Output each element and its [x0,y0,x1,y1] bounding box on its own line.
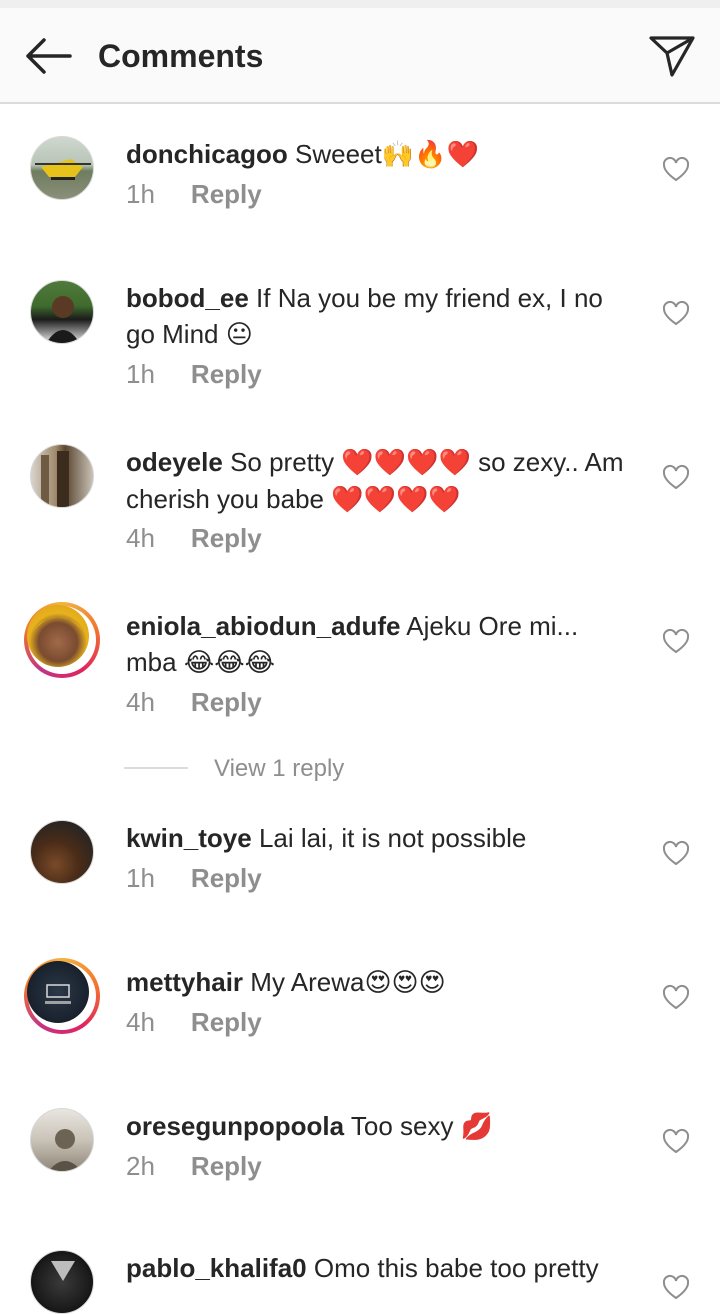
comment-emoji: 😍😍😍 [364,968,446,998]
avatar-story-ring[interactable] [24,958,100,1034]
header: Comments [0,8,720,104]
avatar[interactable] [30,1108,94,1172]
reply-button[interactable]: Reply [191,1007,262,1037]
comment-text: pablo_khalifa0 Omo this babe too pretty [126,1250,626,1286]
comment-text: odeyele So pretty ❤️❤️❤️❤️ so zexy.. Am … [126,444,626,518]
comment-body: Lai lai, it is not possible [258,823,527,853]
comment-username[interactable]: kwin_toye [126,823,252,853]
comment-emoji: ❤️❤️❤️❤️ [341,448,471,478]
avatar [27,961,89,1023]
reply-button[interactable]: Reply [191,523,262,553]
comment-emoji: 🙌🔥❤️ [381,140,479,170]
comment-time: 4h [126,523,155,553]
avatar[interactable] [30,280,94,344]
comment-meta: 1h Reply [126,356,262,392]
comment-body: Too sexy [350,1111,454,1141]
comment-username[interactable]: donchicagoo [126,139,288,169]
comment-meta: 4h Reply [126,684,262,720]
comment-emoji: 😂😂😂 [183,648,275,678]
heart-icon[interactable] [662,156,690,184]
comment-text: eniola_abiodun_adufe Ajeku Ore mi... mba… [126,608,626,681]
view-replies-divider [124,767,188,769]
heart-icon[interactable] [662,1128,690,1156]
back-button[interactable] [18,30,78,82]
comment-body: My Arewa [250,967,365,997]
avatar[interactable] [30,444,94,508]
avatar[interactable] [30,1250,94,1314]
share-button[interactable] [640,28,704,84]
reply-button[interactable]: Reply [191,687,262,717]
reply-button[interactable]: Reply [191,359,262,389]
comment-time: 2h [126,1151,155,1181]
comment-time: 1h [126,179,155,209]
comment-meta: 4h Reply [126,520,262,556]
heart-icon[interactable] [662,628,690,656]
reply-button[interactable]: Reply [191,179,262,209]
comment-meta: 1h Reply [126,176,262,212]
comment-text: donchicagoo Sweeet🙌🔥❤️ [126,136,626,173]
comment-body: Sweeet [295,139,382,169]
comment-text: mettyhair My Arewa😍😍😍 [126,964,626,1001]
comment-text: kwin_toye Lai lai, it is not possible [126,820,626,856]
comment-meta: 2h Reply [126,1148,262,1184]
heart-icon[interactable] [662,1274,690,1302]
comment-time: 4h [126,687,155,717]
status-strip [0,0,720,8]
comment-emoji: 💋 [460,1112,494,1142]
comment-body: Omo this babe too pretty [313,1253,599,1283]
comment-username[interactable]: mettyhair [126,967,243,997]
comment-username[interactable]: oresegunpopoola [126,1111,344,1141]
heart-icon[interactable] [662,840,690,868]
comment-time: 4h [126,1007,155,1037]
comment-emoji: 😐 [225,320,253,350]
avatar-story-ring[interactable] [24,602,100,678]
avatar [27,605,89,667]
comment-time: 1h [126,359,155,389]
avatar[interactable] [30,820,94,884]
comment-emoji-cont: ❤️❤️❤️❤️ [331,485,461,515]
comment-username[interactable]: pablo_khalifa0 [126,1253,307,1283]
comment-time: 1h [126,863,155,893]
avatar[interactable] [30,136,94,200]
comment-body: So pretty [230,447,335,477]
heart-icon[interactable] [662,300,690,328]
comment-username[interactable]: bobod_ee [126,283,249,313]
comment-meta: 4h Reply [126,1004,262,1040]
comment-meta: 1h Reply [126,860,262,896]
heart-icon[interactable] [662,464,690,492]
comment-text: bobod_ee If Na you be my friend ex, I no… [126,280,626,353]
comment-username[interactable]: eniola_abiodun_adufe [126,611,401,641]
comment-text: oresegunpopoola Too sexy 💋 [126,1108,626,1145]
reply-button[interactable]: Reply [191,863,262,893]
reply-button[interactable]: Reply [191,1151,262,1181]
paper-plane-icon [649,36,695,77]
heart-icon[interactable] [662,984,690,1012]
comment-username[interactable]: odeyele [126,447,223,477]
page-title: Comments [98,38,264,74]
view-replies-label: View 1 reply [214,755,345,782]
arrow-left-icon [26,38,72,74]
